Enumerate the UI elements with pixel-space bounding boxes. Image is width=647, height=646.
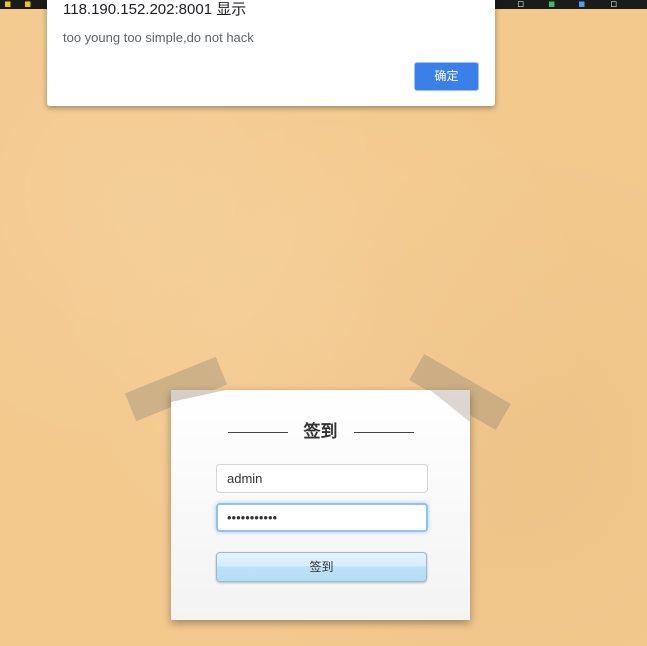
card-tape-corner-left	[171, 390, 226, 402]
tab-icon[interactable]: ▫	[517, 0, 524, 10]
extension-icon-blue[interactable]: ▪	[578, 0, 585, 10]
alert-title: 118.190.152.202:8001 显示	[63, 1, 247, 18]
folder-icon[interactable]: ▪	[4, 0, 11, 10]
heading-rule-right	[354, 432, 414, 433]
menu-icon[interactable]: ▫	[610, 0, 617, 10]
card-tape-corner-right	[430, 390, 470, 422]
bookmark-icon[interactable]: ▪	[24, 0, 31, 10]
alert-ok-button[interactable]: 确定	[414, 62, 479, 91]
alert-message: too young too simple,do not hack	[63, 30, 254, 45]
username-input[interactable]: admin	[216, 464, 428, 493]
sign-in-button[interactable]: 签到	[216, 552, 427, 582]
login-heading: 签到	[303, 422, 338, 442]
password-input[interactable]: •••••••••••	[216, 503, 428, 532]
alert-dialog: 118.190.152.202:8001 显示 too young too si…	[47, 0, 495, 106]
login-card: 签到 admin ••••••••••• 签到	[171, 390, 470, 620]
extension-icon[interactable]: ▪	[548, 0, 555, 10]
